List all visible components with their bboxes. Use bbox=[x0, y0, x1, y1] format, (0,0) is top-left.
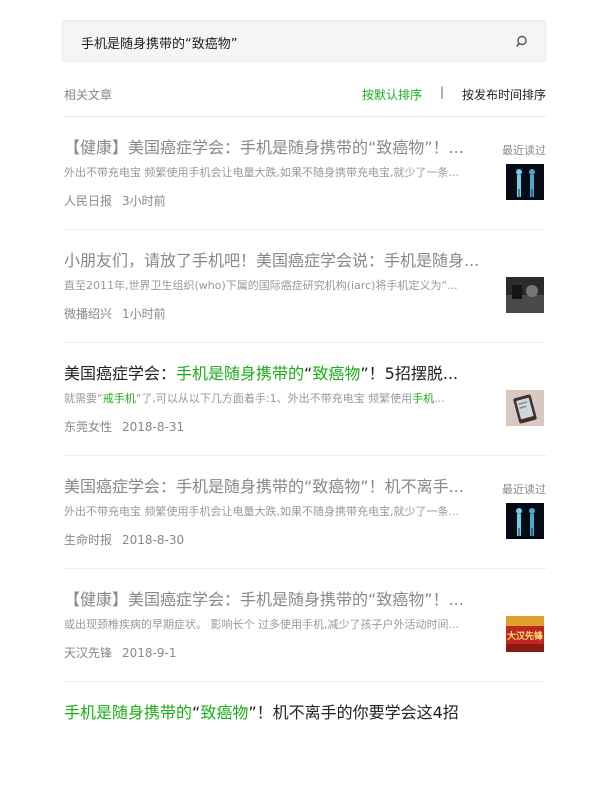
article-time: 2018-8-30 bbox=[122, 533, 185, 547]
article-item[interactable]: 【健康】美国癌症学会：手机是随身携带的“致癌物”！... 或出现颈椎疾病的早期症… bbox=[64, 569, 546, 682]
article-summary: 或出现颈椎疾病的早期症状。 影响长个 过多使用手机,减少了孩子户外活动时间... bbox=[64, 618, 459, 631]
article-source: 微播绍兴 bbox=[64, 307, 113, 321]
article-time: 3小时前 bbox=[122, 194, 166, 208]
sort-separator: | bbox=[439, 85, 444, 99]
recently-read-badge: 最近读过 bbox=[502, 483, 546, 496]
article-source: 东莞女性 bbox=[64, 420, 113, 434]
article-source: 生命时报 bbox=[64, 533, 113, 547]
recently-read-badge: 最近读过 bbox=[502, 144, 546, 157]
article-item[interactable]: 美国癌症学会：手机是随身携带的“致癌物”！5招摆脱... 就需要“戒手机”了,可… bbox=[64, 343, 546, 456]
article-summary: 外出不带充电宝 频繁使用手机会让电量大跌,如果不随身携带充电宝,就少了一条... bbox=[64, 166, 459, 179]
article-time: 2018-9-1 bbox=[122, 646, 177, 660]
svg-text:大汉先锋: 大汉先锋 bbox=[507, 630, 544, 642]
phone-photo-thumbnail-icon[interactable] bbox=[506, 390, 544, 426]
article-source: 天汉先锋 bbox=[64, 646, 113, 660]
article-summary: 直至2011年,世界卫生组织(who)下属的国际癌症研究机构(iarc)将手机定… bbox=[64, 279, 458, 292]
article-time: 1小时前 bbox=[122, 307, 166, 321]
article-time: 2018-8-31 bbox=[122, 420, 185, 434]
figures-thumbnail-icon[interactable] bbox=[506, 164, 544, 200]
related-articles-label: 相关文章 bbox=[64, 88, 113, 102]
article-summary: 外出不带充电宝 频繁使用手机会让电量大跌,如果不随身携带充电宝,就少了一条... bbox=[64, 505, 459, 518]
article-item[interactable]: 小朋友们，请放了手机吧！美国癌症学会说：手机是随身... 直至2011年,世界卫… bbox=[64, 230, 546, 343]
article-meta: 天汉先锋 2018-9-1 bbox=[64, 644, 176, 661]
sort-by-time-button[interactable]: 按发布时间排序 bbox=[462, 86, 546, 103]
article-title[interactable]: 【健康】美国癌症学会：手机是随身携带的“致癌物”！... bbox=[64, 137, 484, 159]
article-item[interactable]: 美国癌症学会：手机是随身携带的“致癌物”！机不离手... 最近读过 外出不带充电… bbox=[64, 456, 546, 569]
results-header: 相关文章 按默认排序 | 按发布时间排序 bbox=[64, 85, 546, 104]
article-meta: 微播绍兴 1小时前 bbox=[64, 305, 166, 322]
article-title[interactable]: 美国癌症学会：手机是随身携带的“致癌物”！机不离手... bbox=[64, 476, 484, 498]
poster-thumbnail-icon[interactable]: 大汉先锋 bbox=[506, 616, 544, 652]
article-meta: 东莞女性 2018-8-31 bbox=[64, 418, 184, 435]
article-title[interactable]: 美国癌症学会：手机是随身携带的“致癌物”！5招摆脱... bbox=[64, 363, 484, 385]
article-title[interactable]: 小朋友们，请放了手机吧！美国癌症学会说：手机是随身... bbox=[64, 250, 484, 272]
article-title[interactable]: 【健康】美国癌症学会：手机是随身携带的“致癌物”！... bbox=[64, 589, 484, 611]
search-input[interactable] bbox=[81, 32, 501, 52]
article-item[interactable]: 手机是随身携带的“致癌物”！机不离手的你要学会这4招 bbox=[64, 682, 546, 795]
dark-photo-thumbnail-icon[interactable] bbox=[506, 277, 544, 313]
article-meta: 生命时报 2018-8-30 bbox=[64, 531, 184, 548]
sort-default-button[interactable]: 按默认排序 bbox=[362, 86, 422, 103]
article-item[interactable]: 【健康】美国癌症学会：手机是随身携带的“致癌物”！... 最近读过 外出不带充电… bbox=[64, 117, 546, 230]
search-bar bbox=[62, 20, 546, 62]
search-icon[interactable] bbox=[515, 34, 531, 50]
article-meta: 人民日报 3小时前 bbox=[64, 192, 166, 209]
article-title[interactable]: 手机是随身携带的“致癌物”！机不离手的你要学会这4招 bbox=[64, 702, 484, 724]
article-summary: 就需要“戒手机”了,可以从以下几方面着手:1、外出不带充电宝 频繁使用手机... bbox=[64, 392, 445, 405]
figures-thumbnail-icon[interactable] bbox=[506, 503, 544, 539]
article-source: 人民日报 bbox=[64, 194, 113, 208]
